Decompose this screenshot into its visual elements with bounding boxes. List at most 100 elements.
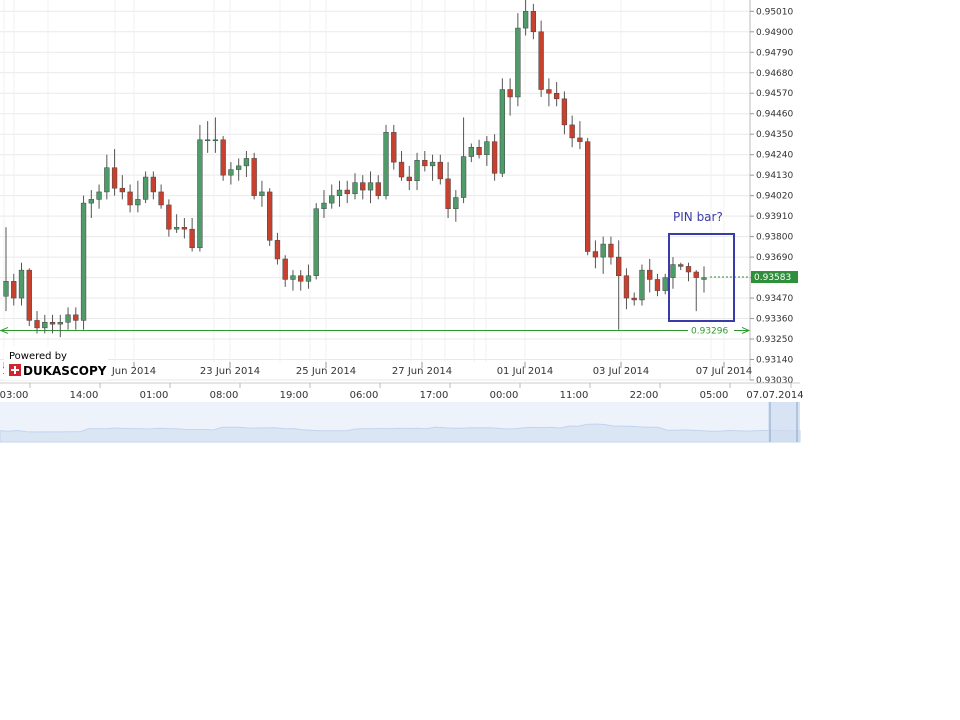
time-tick-label: 11:00 [560,390,589,401]
time-tick-label: 08:00 [210,390,239,401]
candle-body [600,243,606,258]
time-tick-label: 01:00 [140,390,169,401]
candle-body [88,199,94,204]
y-tick-label: 0.94900 [756,28,793,38]
candle-body [414,160,420,182]
candle-body [305,275,312,282]
candle-body [173,227,180,230]
support-level-label: 0.93296 [691,326,728,336]
candle-body [158,191,164,206]
candle [26,268,32,326]
candle-body [391,132,397,163]
candle-body [685,266,692,273]
y-tick-label: 0.95010 [756,7,793,17]
time-tick-label: 07.07.2014 [746,390,803,401]
candle-body [321,202,327,209]
candle-body [142,176,149,200]
candle-body [383,132,389,196]
candle-body [80,202,87,321]
chart-svg: 0.93296 0.95010 0.94900 0.94790 0.94680 0.94… [0,0,804,443]
candle-body [236,165,242,170]
candle-body [204,139,211,142]
time-tick-label: 14:00 [70,390,99,401]
candle-body [499,89,506,174]
candle-body [561,98,568,126]
branding: Powered by DUKASCOPY [4,346,108,380]
y-tick-label: 0.94790 [756,48,793,58]
candle-body [530,11,537,33]
candle-body [592,251,599,258]
candle-body [189,228,195,249]
candle-body [670,264,676,278]
y-tick-label: 0.94460 [756,110,793,120]
candle-body [693,271,699,278]
candle-body [654,279,661,291]
candle-body [522,11,529,29]
candle [499,78,506,178]
candle-body [11,281,17,299]
candle-body [336,189,343,196]
y-tick-label: 0.93140 [756,356,793,366]
candle-body [476,146,482,155]
current-price-label: 0.93583 [754,273,791,283]
candle-body [468,146,474,157]
candle-body [406,176,412,182]
y-tick-label: 0.94570 [756,89,793,99]
candle [251,152,257,200]
candle [267,188,273,246]
powered-by-text: Powered by [9,351,67,362]
candle-body [429,161,436,167]
candlestick-chart: 0.93296 0.95010 0.94900 0.94790 0.94680 0.94… [0,0,960,720]
candle [538,20,544,97]
candle-body [616,256,622,276]
candle-body [329,195,335,204]
candle-body [647,269,653,280]
date-tick-label: 01 Jul 2014 [497,366,554,377]
candle-body [546,89,552,94]
date-tick-label: 03 Jul 2014 [593,366,650,377]
candle-body [243,158,250,167]
time-tick-label: 06:00 [350,390,379,401]
date-tick-label: 25 Jun 2014 [296,366,356,377]
candle-body [553,92,560,100]
candle-body [197,139,203,249]
candle-body [259,191,265,196]
pin-bar-annotation-label: PIN bar? [673,210,723,224]
y-tick-label: 0.93800 [756,233,793,243]
y-tick-label: 0.93470 [756,294,793,304]
candle-body [26,269,32,321]
candle-body [577,137,583,142]
y-tick-label: 0.94130 [756,171,793,181]
candle [80,195,87,330]
date-tick-label: 23 Jun 2014 [200,366,260,377]
candle-body [274,240,281,260]
candle-body [181,227,188,230]
candle-body [166,204,172,230]
candle-body [484,141,490,155]
candle-body [104,167,110,193]
candle-body [515,27,521,98]
candle [639,264,645,306]
y-tick-label: 0.93250 [756,335,793,345]
candle-body [111,167,118,189]
plot-area [0,0,750,380]
y-tick-label: 0.94020 [756,192,793,202]
candle-body [460,156,467,198]
y-tick-label: 0.93910 [756,212,793,222]
y-tick-label: 0.94350 [756,130,793,140]
candle-body [701,277,707,280]
overview-selection[interactable] [768,402,800,442]
overview-navigator[interactable] [0,402,801,443]
y-tick-label: 0.94680 [756,69,793,79]
candle-body [585,141,591,252]
y-tick-label: 0.94240 [756,151,793,161]
time-tick-label: 00:00 [490,390,519,401]
candle-body [344,189,350,195]
candle-body [290,275,296,280]
candle-body [127,191,133,206]
candle-body [119,187,125,193]
candle [313,203,319,280]
candle-body [375,182,381,196]
time-tick-label: 17:00 [420,390,449,401]
candle-body [228,169,234,176]
